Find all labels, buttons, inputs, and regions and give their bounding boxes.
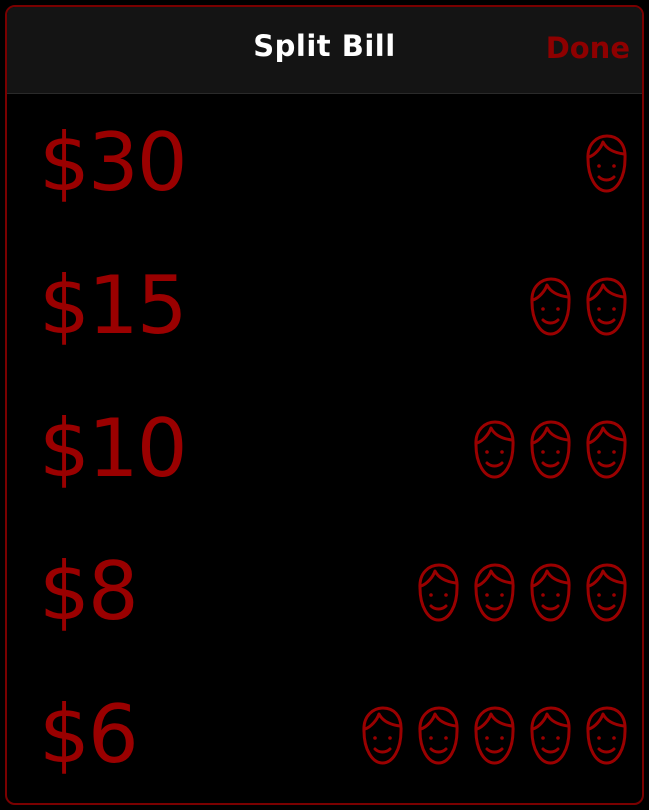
person-face-icon [583, 562, 630, 624]
person-face-icon [415, 705, 462, 767]
person-face-icon [583, 276, 630, 338]
split-option-row[interactable]: $10 [7, 379, 642, 522]
people-count [415, 562, 630, 624]
person-face-icon [527, 705, 574, 767]
people-count [471, 419, 630, 481]
people-count [583, 133, 630, 195]
split-amount: $30 [39, 116, 188, 209]
split-option-row[interactable]: $8 [7, 522, 642, 665]
split-amount: $15 [39, 259, 188, 352]
person-face-icon [527, 419, 574, 481]
split-amount: $10 [39, 402, 188, 495]
person-face-icon [471, 419, 518, 481]
split-bill-panel: Split Bill Done $30 $15 $10 $8 $6 [5, 5, 644, 805]
done-button[interactable]: Done [546, 31, 630, 65]
split-option-row[interactable]: $30 [7, 93, 642, 236]
people-count [359, 705, 630, 767]
navigation-bar: Split Bill Done [7, 7, 642, 94]
person-face-icon [471, 705, 518, 767]
person-face-icon [471, 562, 518, 624]
people-count [527, 276, 630, 338]
person-face-icon [527, 276, 574, 338]
split-option-row[interactable]: $15 [7, 236, 642, 379]
split-options-list: $30 $15 $10 $8 $6 [7, 93, 642, 803]
person-face-icon [415, 562, 462, 624]
person-face-icon [583, 705, 630, 767]
person-face-icon [583, 133, 630, 195]
person-face-icon [359, 705, 406, 767]
split-amount: $6 [39, 688, 139, 781]
split-amount: $8 [39, 545, 139, 638]
split-option-row[interactable]: $6 [7, 665, 642, 803]
person-face-icon [583, 419, 630, 481]
person-face-icon [527, 562, 574, 624]
